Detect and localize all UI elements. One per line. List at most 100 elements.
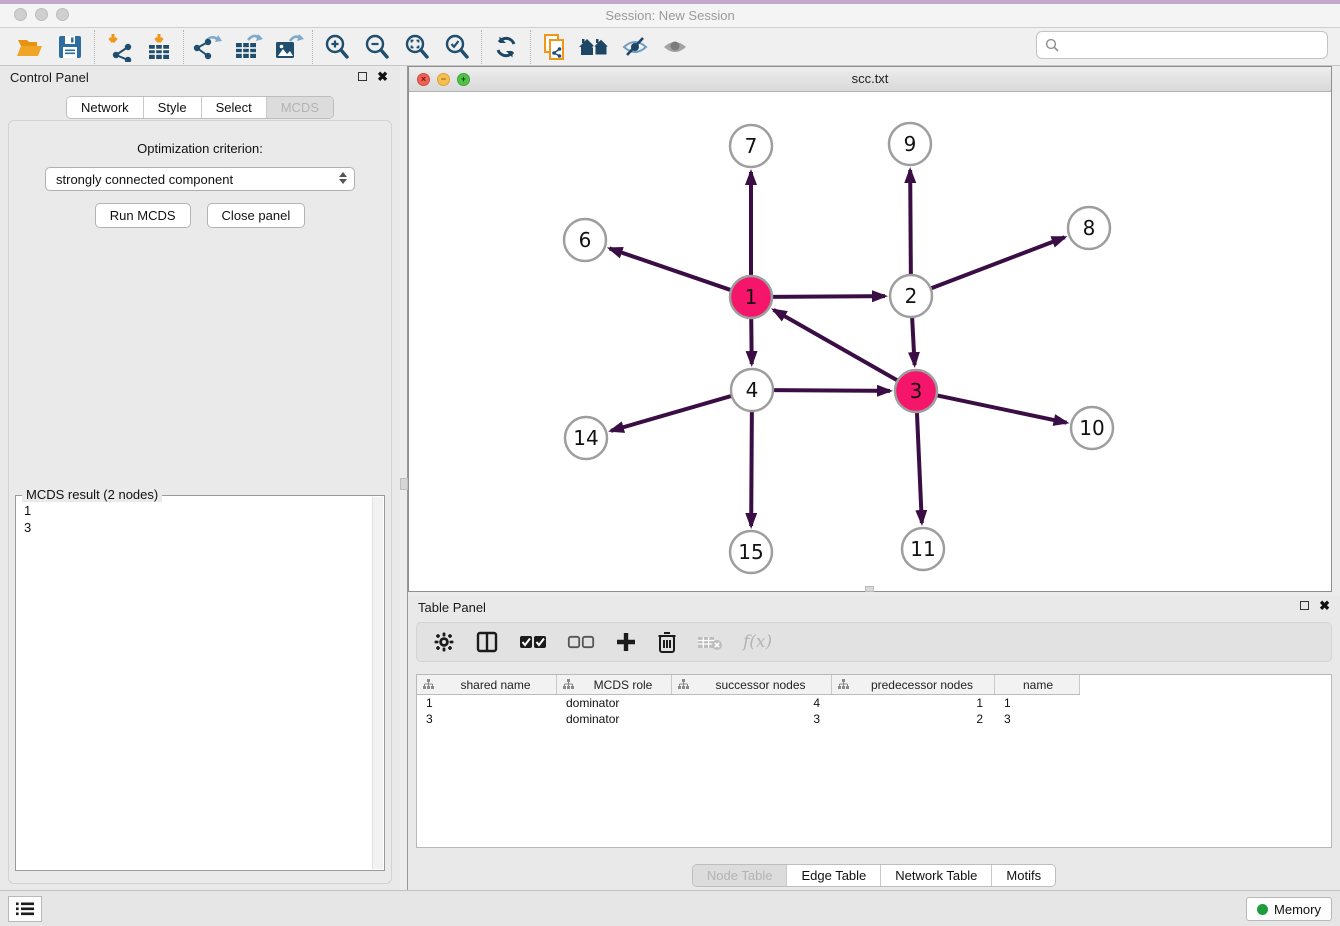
export-table-button[interactable]: [228, 30, 268, 64]
hide-panels-button[interactable]: [615, 30, 655, 64]
save-session-button[interactable]: [50, 30, 90, 64]
node-11[interactable]: 11: [902, 528, 944, 570]
edge-2-9[interactable]: [910, 170, 911, 275]
home-button[interactable]: [575, 30, 615, 64]
app-titlebar: Session: New Session: [0, 4, 1340, 28]
zoom-fit-icon: [403, 33, 431, 61]
open-session-button[interactable]: [10, 30, 50, 64]
node-7[interactable]: 7: [730, 125, 772, 167]
close-table-panel-icon[interactable]: ✖: [1319, 601, 1330, 610]
network-view-window: × − + scc.txt 7 9 6 8 1 2 4 3 14 10 15 11: [408, 66, 1332, 592]
table-cell: 3: [672, 712, 832, 726]
search-box[interactable]: [1036, 31, 1328, 59]
list-menu-icon: [16, 902, 34, 916]
node-4[interactable]: 4: [731, 369, 773, 411]
edge-3-10[interactable]: [937, 395, 1067, 422]
close-panel-button[interactable]: Close panel: [207, 203, 306, 228]
close-panel-icon[interactable]: ✖: [377, 72, 388, 81]
tab-edge-table[interactable]: Edge Table: [787, 865, 881, 886]
run-mcds-button[interactable]: Run MCDS: [95, 203, 191, 228]
node-15[interactable]: 15: [730, 531, 772, 573]
export-network-button[interactable]: [188, 30, 228, 64]
add-column-icon[interactable]: [615, 631, 637, 653]
node-2[interactable]: 2: [890, 275, 932, 317]
network-window-titlebar[interactable]: × − + scc.txt: [409, 67, 1331, 92]
zoom-in-button[interactable]: [317, 30, 357, 64]
node-6[interactable]: 6: [564, 219, 606, 261]
tab-node-table[interactable]: Node Table: [693, 865, 788, 886]
node-label: 10: [1079, 416, 1104, 440]
node-10[interactable]: 10: [1071, 407, 1113, 449]
node-14[interactable]: 14: [565, 417, 607, 459]
panel-divider[interactable]: [400, 66, 408, 890]
table-cell: 3: [995, 712, 1080, 726]
tree-column-icon: [678, 679, 689, 690]
node-label: 4: [746, 378, 759, 402]
mcds-result-text: 13: [24, 502, 31, 536]
export-table-icon: [232, 32, 264, 62]
import-table-button[interactable]: [139, 30, 179, 64]
node-label: 8: [1083, 216, 1096, 240]
network-canvas[interactable]: 7 9 6 8 1 2 4 3 14 10 15 11: [409, 92, 1331, 591]
export-image-button[interactable]: [268, 30, 308, 64]
table-row[interactable]: 3dominator323: [417, 711, 1331, 727]
tab-mcds[interactable]: MCDS: [267, 97, 333, 118]
options-button[interactable]: [8, 896, 42, 922]
tree-column-icon: [838, 679, 849, 690]
zoom-out-button[interactable]: [357, 30, 397, 64]
column-header-name[interactable]: name: [995, 675, 1080, 694]
table-tabs: Node Table Edge Table Network Table Moti…: [408, 864, 1340, 887]
optimization-criterion-select[interactable]: strongly connected component: [45, 167, 355, 191]
status-bar: Memory: [0, 890, 1340, 926]
refresh-network-button[interactable]: [486, 30, 526, 64]
select-stepper-icon: [339, 172, 347, 184]
float-panel-icon[interactable]: [358, 72, 367, 81]
float-table-panel-icon[interactable]: [1300, 601, 1309, 610]
tab-motifs[interactable]: Motifs: [992, 865, 1055, 886]
node-8[interactable]: 8: [1068, 207, 1110, 249]
delete-column-icon[interactable]: [657, 630, 677, 654]
network-resize-handle[interactable]: [865, 586, 874, 592]
edge-2-3[interactable]: [912, 317, 915, 365]
search-input[interactable]: [1065, 38, 1319, 53]
import-table-icon: [144, 32, 174, 62]
column-header-successor-nodes[interactable]: successor nodes: [672, 675, 832, 694]
node-9[interactable]: 9: [889, 123, 931, 165]
node-label: 14: [573, 426, 598, 450]
mcds-result-scrollbar[interactable]: [372, 497, 383, 869]
memory-button[interactable]: Memory: [1246, 897, 1332, 921]
deselect-all-columns-icon[interactable]: [567, 634, 595, 650]
import-network-button[interactable]: [99, 30, 139, 64]
edge-1-6[interactable]: [610, 248, 732, 290]
table-row[interactable]: 1dominator411: [417, 695, 1331, 711]
edge-4-14[interactable]: [611, 396, 732, 431]
edge-3-11[interactable]: [917, 412, 922, 523]
panel-divider-handle[interactable]: [400, 478, 408, 490]
edge-3-1[interactable]: [774, 310, 898, 381]
edge-4-3[interactable]: [773, 390, 890, 391]
show-panels-button[interactable]: [655, 30, 695, 64]
tab-style[interactable]: Style: [144, 97, 202, 118]
tab-select[interactable]: Select: [202, 97, 267, 118]
tab-network[interactable]: Network: [67, 97, 144, 118]
clone-network-button[interactable]: [535, 30, 575, 64]
zoom-fit-button[interactable]: [397, 30, 437, 64]
column-header-MCDS-role[interactable]: MCDS role: [557, 675, 672, 694]
tab-network-table[interactable]: Network Table: [881, 865, 992, 886]
node-1[interactable]: 1: [730, 276, 772, 318]
column-header-predecessor-nodes[interactable]: predecessor nodes: [832, 675, 995, 694]
edge-1-2[interactable]: [772, 296, 885, 297]
zoom-selected-button[interactable]: [437, 30, 477, 64]
column-header-shared-name[interactable]: shared name: [417, 675, 557, 694]
settings-gear-icon[interactable]: [433, 631, 455, 653]
app-window: Session: New Session: [0, 0, 1340, 926]
edge-4-15[interactable]: [751, 411, 752, 526]
node-3[interactable]: 3: [895, 370, 937, 412]
delete-table-icon-disabled: [697, 633, 723, 651]
select-all-columns-icon[interactable]: [519, 634, 547, 650]
refresh-icon: [492, 33, 520, 61]
show-columns-icon[interactable]: [475, 630, 499, 654]
mcds-result-box: MCDS result (2 nodes) 13: [15, 495, 385, 871]
node-label: 15: [738, 540, 763, 564]
edge-2-8[interactable]: [931, 237, 1065, 288]
